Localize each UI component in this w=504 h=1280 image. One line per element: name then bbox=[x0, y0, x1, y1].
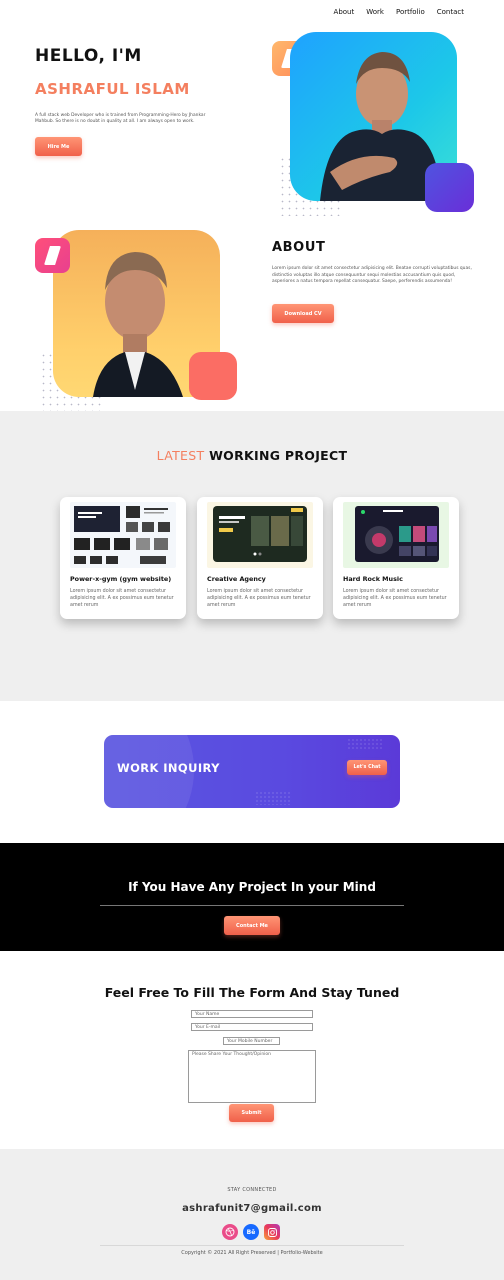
instagram-icon[interactable] bbox=[264, 1224, 280, 1240]
divider bbox=[100, 905, 404, 906]
mobile-input[interactable]: Your Mobile Number bbox=[223, 1037, 280, 1045]
nav-item-work[interactable]: Work bbox=[366, 8, 384, 16]
project-title: Creative Agency bbox=[207, 575, 266, 583]
decorative-square bbox=[189, 352, 237, 400]
decorative-square bbox=[425, 163, 474, 212]
project-title: Hard Rock Music bbox=[343, 575, 403, 583]
nav-item-contact[interactable]: Contact bbox=[437, 8, 464, 16]
stay-connected-label: STAY CONNECTED bbox=[227, 1187, 277, 1193]
email-input[interactable]: Your E-mail bbox=[191, 1023, 313, 1031]
project-title: Power-x-gym (gym website) bbox=[70, 575, 172, 583]
projects-title-rest: WORKING PROJECT bbox=[209, 448, 348, 463]
hire-me-button[interactable]: Hire Me bbox=[35, 137, 82, 156]
behance-icon[interactable]: Bē bbox=[243, 1224, 259, 1240]
submit-button[interactable]: Submit bbox=[229, 1104, 274, 1122]
hero-name: ASHRAFUL ISLAM bbox=[35, 80, 190, 98]
lets-chat-button[interactable]: Let's Chat bbox=[347, 760, 387, 775]
work-inquiry-title: WORK INQUIRY bbox=[117, 761, 220, 775]
download-cv-button[interactable]: Download CV bbox=[272, 304, 334, 323]
decorative-dots bbox=[347, 738, 383, 750]
cta-title: If You Have Any Project In your Mind bbox=[128, 880, 376, 894]
hero-description: A full stack web Developer who is traine… bbox=[35, 113, 206, 125]
name-input[interactable]: Your Name bbox=[191, 1010, 313, 1018]
project-screenshot bbox=[207, 502, 313, 568]
contact-me-button[interactable]: Contact Me bbox=[224, 916, 280, 935]
form-title: Feel Free To Fill The Form And Stay Tune… bbox=[104, 985, 400, 1000]
divider bbox=[100, 1245, 404, 1246]
hero-greeting: HELLO, I'M bbox=[35, 46, 142, 66]
work-inquiry-banner: WORK INQUIRY Let's Chat bbox=[104, 735, 400, 808]
about-title: ABOUT bbox=[272, 240, 326, 255]
nav-item-portfolio[interactable]: Portfolio bbox=[396, 8, 425, 16]
project-description: Lorem ipsum dolor sit amet consectetur a… bbox=[343, 589, 447, 608]
nav-item-about[interactable]: About bbox=[334, 8, 355, 16]
projects-title-accent: LATEST bbox=[156, 448, 205, 463]
dribbble-icon[interactable] bbox=[222, 1224, 238, 1240]
project-card-agency[interactable]: Creative Agency Lorem ipsum dolor sit am… bbox=[197, 497, 323, 619]
top-nav: About Work Portfolio Contact bbox=[334, 8, 464, 16]
message-textarea[interactable]: Please Share Your Thought/Opinion bbox=[188, 1050, 316, 1103]
project-card-music[interactable]: Hard Rock Music Lorem ipsum dolor sit am… bbox=[333, 497, 459, 619]
copyright-text: Copyright © 2021 All Right Preserved | P… bbox=[181, 1250, 323, 1256]
project-screenshot bbox=[70, 502, 176, 568]
project-description: Lorem ipsum dolor sit amet consectetur a… bbox=[70, 589, 174, 608]
cta-section: If You Have Any Project In your Mind Con… bbox=[0, 843, 504, 951]
footer: STAY CONNECTED ashrafunit7@gmail.com Bē … bbox=[0, 1149, 504, 1280]
about-description: Lorem ipsum dolor sit amet consectetur a… bbox=[272, 266, 472, 285]
project-description: Lorem ipsum dolor sit amet consectetur a… bbox=[207, 589, 311, 608]
contact-email[interactable]: ashrafunit7@gmail.com bbox=[0, 1203, 504, 1214]
decorative-dots bbox=[255, 791, 291, 805]
project-card-gym[interactable]: Power-x-gym (gym website) Lorem ipsum do… bbox=[60, 497, 186, 619]
projects-section: LATEST WORKING PROJECT Power-x-gym (gym … bbox=[0, 411, 504, 701]
projects-title: LATEST WORKING PROJECT bbox=[0, 448, 504, 463]
project-screenshot bbox=[343, 502, 449, 568]
social-links: Bē bbox=[222, 1224, 280, 1240]
